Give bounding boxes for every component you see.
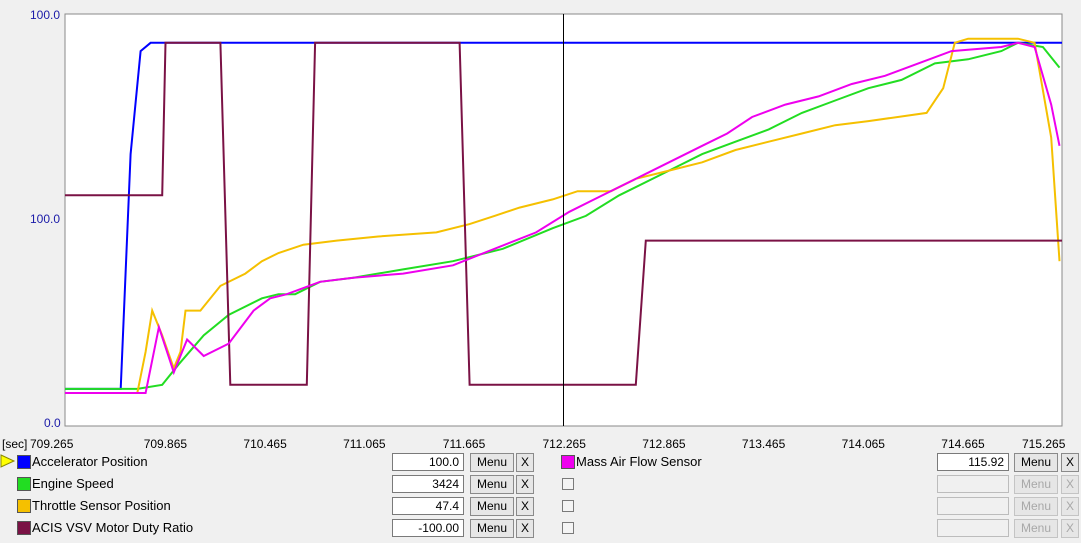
x-tick-label: 709.265 [30, 437, 74, 451]
y-axis-top-label: 100.0 [30, 8, 60, 22]
series-menu-button[interactable]: Menu [470, 519, 514, 538]
series-menu-button[interactable]: Menu [470, 497, 514, 516]
series-remove-button: X [1061, 519, 1079, 538]
x-tick-label: 714.065 [841, 437, 885, 451]
series-remove-button[interactable]: X [1061, 453, 1079, 472]
series-menu-button: Menu [1014, 475, 1058, 494]
series-remove-button: X [1061, 497, 1079, 516]
series-menu-button[interactable]: Menu [470, 475, 514, 494]
series-label: Engine Speed [32, 476, 114, 491]
series-value-field: -100.00 [392, 519, 464, 537]
series-value-field: 47.4 [392, 497, 464, 515]
x-tick-label: 712.865 [642, 437, 686, 451]
data-plot[interactable]: 100.0 100.0 0.0 [0, 0, 1081, 436]
series-remove-button[interactable]: X [516, 453, 534, 472]
x-tick-label: 713.465 [741, 437, 786, 451]
empty-series-slot[interactable] [562, 478, 574, 490]
empty-series-slot[interactable] [562, 500, 574, 512]
series-value-field [937, 497, 1009, 515]
series-label: Mass Air Flow Sensor [576, 454, 702, 469]
series-value-field [937, 475, 1009, 493]
x-tick-label: 711.065 [343, 437, 386, 451]
series-remove-button[interactable]: X [516, 497, 534, 516]
series-remove-button[interactable]: X [516, 519, 534, 538]
series-menu-button[interactable]: Menu [470, 453, 514, 472]
series-label: Throttle Sensor Position [32, 498, 171, 513]
series-color-swatch[interactable] [17, 455, 31, 469]
series-menu-button[interactable]: Menu [1014, 453, 1058, 472]
y-axis-mid-label: 100.0 [30, 212, 60, 226]
x-tick-label: 711.665 [442, 437, 486, 451]
empty-series-slot[interactable] [562, 522, 574, 534]
series-color-swatch[interactable] [17, 521, 31, 535]
y-axis-bottom-label: 0.0 [44, 416, 61, 430]
x-tick-label: 709.865 [143, 437, 188, 451]
series-label: Accelerator Position [32, 454, 148, 469]
series-remove-button[interactable]: X [516, 475, 534, 494]
series-menu-button: Menu [1014, 519, 1058, 538]
series-value-field: 3424 [392, 475, 464, 493]
selected-row-pointer-icon [0, 454, 16, 468]
series-value-field: 100.0 [392, 453, 464, 471]
chart-area[interactable]: 100.0 100.0 0.0 [sec] 709.265 709.865 710.… [0, 0, 1081, 451]
series-remove-button: X [1061, 475, 1079, 494]
x-tick-label: 714.665 [941, 437, 985, 451]
series-color-swatch[interactable] [17, 499, 31, 513]
series-color-swatch[interactable] [17, 477, 31, 491]
x-tick-label: 710.465 [243, 437, 287, 451]
series-value-field: 115.92 [937, 453, 1009, 471]
series-menu-button: Menu [1014, 497, 1058, 516]
series-value-field [937, 519, 1009, 537]
series-label: ACIS VSV Motor Duty Ratio [32, 520, 194, 535]
x-tick-label: 715.265 [1022, 437, 1066, 451]
x-axis-unit: [sec] [2, 437, 28, 451]
series-color-swatch[interactable] [561, 455, 575, 469]
x-tick-label: 712.265 [542, 437, 586, 451]
